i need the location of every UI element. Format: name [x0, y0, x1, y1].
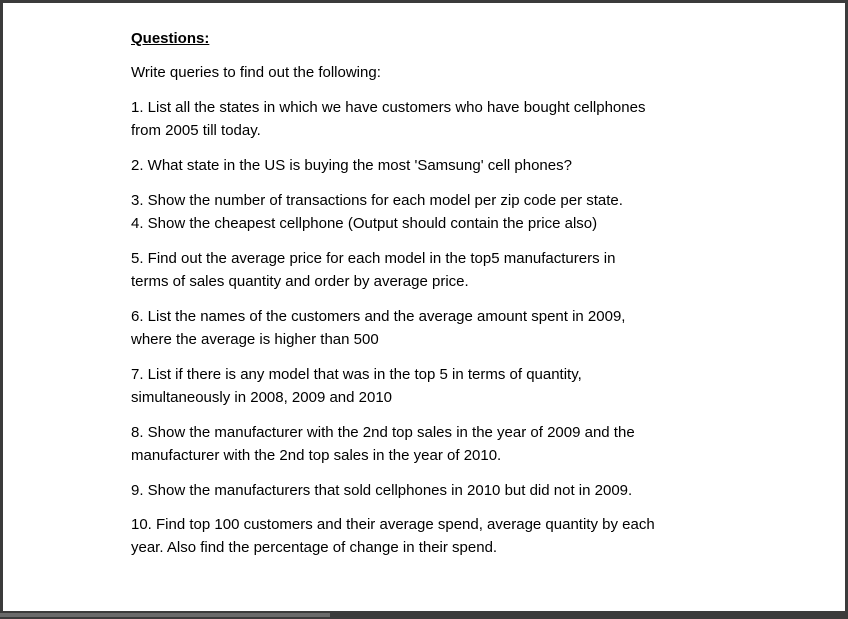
question-10-line-1: 10. Find top 100 customers and their ave… [131, 516, 655, 533]
question-2-line-1: 2. What state in the US is buying the mo… [131, 157, 572, 174]
intro-text: Write queries to find out the following: [131, 64, 381, 81]
question-6-line-1: 6. List the names of the customers and t… [131, 308, 626, 325]
questions-heading: Questions: [131, 30, 210, 47]
question-1-line-1: 1. List all the states in which we have … [131, 99, 646, 116]
question-10-line-2: year. Also find the percentage of change… [131, 539, 498, 556]
question-3: 3. Show the number of transactions for e… [131, 189, 721, 212]
question-6-line-2: where the average is higher than 500 [131, 331, 379, 348]
question-4: 4. Show the cheapest cellphone (Output s… [131, 212, 721, 235]
question-1: 1. List all the states in which we have … [131, 96, 721, 142]
question-7-line-2: simultaneously in 2008, 2009 and 2010 [131, 389, 393, 406]
question-7: 7. List if there is any model that was i… [131, 363, 721, 409]
question-6: 6. List the names of the customers and t… [131, 305, 721, 351]
question-8-line-1: 8. Show the manufacturer with the 2nd to… [131, 424, 635, 441]
question-7-line-1: 7. List if there is any model that was i… [131, 366, 582, 383]
question-1-line-2: from 2005 till today. [131, 122, 261, 139]
question-5: 5. Find out the average price for each m… [131, 247, 721, 293]
horizontal-scrollbar[interactable] [0, 611, 848, 619]
question-9-line-1: 9. Show the manufacturers that sold cell… [131, 482, 633, 499]
question-5-line-2: terms of sales quantity and order by ave… [131, 273, 469, 290]
question-9: 9. Show the manufacturers that sold cell… [131, 479, 721, 502]
question-4-line-1: 4. Show the cheapest cellphone (Output s… [131, 215, 598, 232]
question-5-line-1: 5. Find out the average price for each m… [131, 250, 616, 267]
question-8-line-2: manufacturer with the 2nd top sales in t… [131, 447, 502, 464]
scrollbar-thumb[interactable] [0, 613, 330, 617]
document-page: Questions: Write queries to find out the… [3, 3, 845, 611]
question-3-line-1: 3. Show the number of transactions for e… [131, 192, 623, 209]
question-8: 8. Show the manufacturer with the 2nd to… [131, 421, 721, 467]
question-10: 10. Find top 100 customers and their ave… [131, 513, 721, 559]
question-2: 2. What state in the US is buying the mo… [131, 154, 721, 177]
